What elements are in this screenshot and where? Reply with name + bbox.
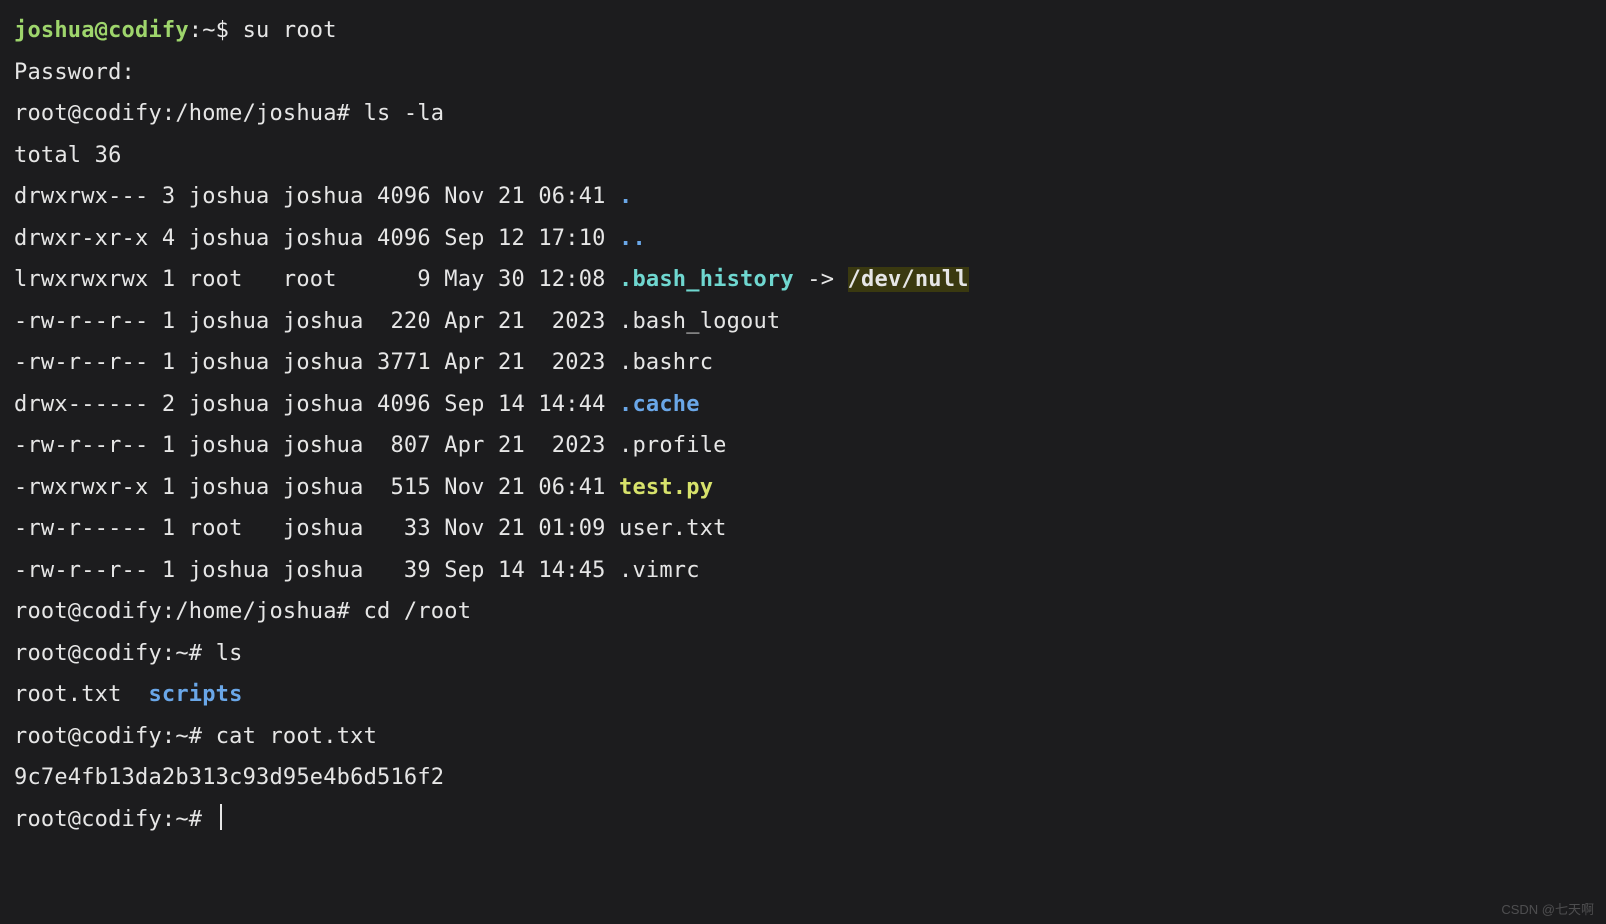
terminal-segment: ls -la (364, 101, 445, 126)
terminal-segment: .cache (619, 392, 700, 417)
terminal-line: Password: (14, 60, 135, 85)
terminal-line: -rw-r----- 1 root joshua 33 Nov 21 01:09… (14, 516, 727, 541)
terminal-line: 9c7e4fb13da2b313c93d95e4b6d516f2 (14, 765, 444, 790)
terminal-line: drwx------ 2 joshua joshua 4096 Sep 14 1… (14, 392, 700, 417)
terminal-line: root.txt scripts (14, 682, 243, 707)
terminal-line: joshua@codify:~$ su root (14, 18, 337, 43)
terminal-line: lrwxrwxrwx 1 root root 9 May 30 12:08 .b… (14, 267, 969, 292)
terminal-segment: drwxrwx--- 3 joshua joshua 4096 Nov 21 0… (14, 184, 619, 209)
terminal-segment: root@codify:~# (14, 724, 216, 749)
terminal-line: -rw-r--r-- 1 joshua joshua 39 Sep 14 14:… (14, 558, 700, 583)
terminal-segment: -> (794, 267, 848, 292)
terminal-segment: Password: (14, 60, 135, 85)
terminal-segment: test.py (619, 475, 713, 500)
terminal-line: -rw-r--r-- 1 joshua joshua 220 Apr 21 20… (14, 309, 780, 334)
cursor (220, 804, 222, 830)
terminal-segment: /dev/null (848, 267, 969, 292)
terminal-segment: scripts (148, 682, 242, 707)
terminal-segment: root@codify:/home/joshua# (14, 101, 364, 126)
terminal-segment: root@codify:/home/joshua# (14, 599, 364, 624)
terminal-segment: -rw-r--r-- 1 joshua joshua 220 Apr 21 20… (14, 309, 780, 334)
terminal-line: root@codify:/home/joshua# ls -la (14, 101, 444, 126)
terminal-segment: root@codify:~# (14, 641, 216, 666)
terminal-line: root@codify:~# ls (14, 641, 243, 666)
terminal-line: root@codify:~# (14, 807, 222, 832)
terminal-segment: joshua@codify (14, 18, 189, 43)
terminal-line: -rwxrwxr-x 1 joshua joshua 515 Nov 21 06… (14, 475, 713, 500)
terminal-line: drwxr-xr-x 4 joshua joshua 4096 Sep 12 1… (14, 226, 646, 251)
terminal-segment: 9c7e4fb13da2b313c93d95e4b6d516f2 (14, 765, 444, 790)
terminal-segment: -rw-r--r-- 1 joshua joshua 807 Apr 21 20… (14, 433, 727, 458)
terminal-segment: :~$ su root (189, 18, 337, 43)
terminal-line: drwxrwx--- 3 joshua joshua 4096 Nov 21 0… (14, 184, 632, 209)
terminal-segment: lrwxrwxrwx 1 root root 9 May 30 12:08 (14, 267, 619, 292)
terminal-segment: . (619, 184, 632, 209)
terminal-segment: .. (619, 226, 646, 251)
terminal-line: total 36 (14, 143, 122, 168)
terminal-line: -rw-r--r-- 1 joshua joshua 807 Apr 21 20… (14, 433, 727, 458)
terminal-segment: cd /root (364, 599, 472, 624)
terminal-segment: root.txt (14, 682, 148, 707)
terminal-segment: cat root.txt (216, 724, 377, 749)
terminal-line: root@codify:~# cat root.txt (14, 724, 377, 749)
terminal-segment: ls (216, 641, 243, 666)
terminal-segment: -rw-r--r-- 1 joshua joshua 39 Sep 14 14:… (14, 558, 700, 583)
terminal-line: -rw-r--r-- 1 joshua joshua 3771 Apr 21 2… (14, 350, 713, 375)
terminal-output[interactable]: joshua@codify:~$ su root Password: root@… (0, 0, 1606, 850)
terminal-segment: .bash_history (619, 267, 794, 292)
terminal-segment: -rwxrwxr-x 1 joshua joshua 515 Nov 21 06… (14, 475, 619, 500)
terminal-segment: -rw-r----- 1 root joshua 33 Nov 21 01:09… (14, 516, 727, 541)
watermark: CSDN @七天啊 (1501, 899, 1594, 918)
terminal-segment: drwxr-xr-x 4 joshua joshua 4096 Sep 12 1… (14, 226, 619, 251)
terminal-segment: total 36 (14, 143, 122, 168)
terminal-segment: root@codify:~# (14, 807, 216, 832)
terminal-segment: -rw-r--r-- 1 joshua joshua 3771 Apr 21 2… (14, 350, 713, 375)
terminal-line: root@codify:/home/joshua# cd /root (14, 599, 471, 624)
terminal-segment: drwx------ 2 joshua joshua 4096 Sep 14 1… (14, 392, 619, 417)
